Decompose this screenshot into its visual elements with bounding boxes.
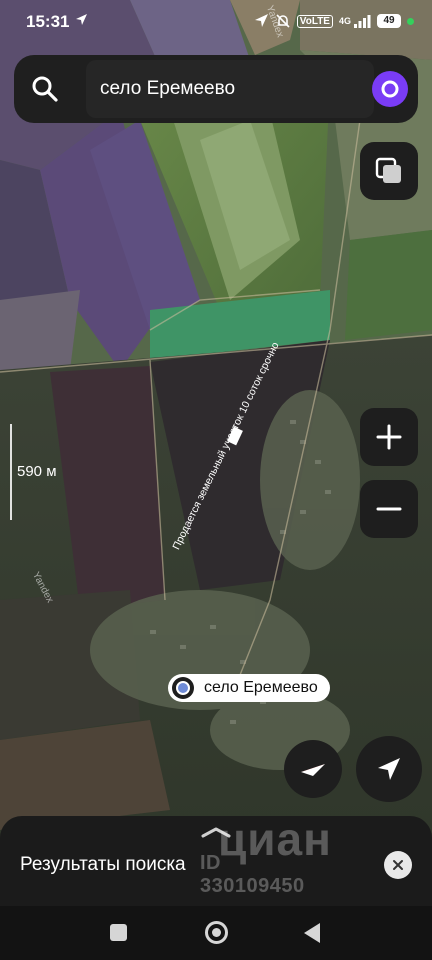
home-icon[interactable] xyxy=(205,921,228,944)
status-bar: 15:31 VoLTE 4G 49 xyxy=(0,0,432,44)
signal-icon xyxy=(354,15,371,28)
compass-button[interactable] xyxy=(284,740,342,798)
place-pin-icon xyxy=(172,677,194,699)
scale-bar xyxy=(10,424,12,520)
back-icon[interactable] xyxy=(304,923,320,943)
status-time: 15:31 xyxy=(26,12,70,31)
place-label-text: село Еремеево xyxy=(204,679,318,696)
system-nav-bar xyxy=(0,906,432,960)
network-type: 4G xyxy=(338,15,351,26)
listing-id: ID 330109450 xyxy=(200,852,305,897)
privacy-dot xyxy=(407,17,414,25)
battery-indicator: 49 xyxy=(377,14,401,28)
sheet-title: Результаты поиска xyxy=(20,854,186,875)
navigation-status-icon xyxy=(76,14,87,25)
compass-icon xyxy=(301,764,325,776)
search-input[interactable]: село Еремеево xyxy=(86,60,374,118)
place-label[interactable]: село Еремеево xyxy=(168,674,330,702)
layers-icon xyxy=(375,157,401,183)
search-icon[interactable] xyxy=(30,74,60,104)
navigation-arrow-icon xyxy=(378,758,400,780)
minus-icon xyxy=(376,507,402,511)
volte-badge: VoLTE xyxy=(296,14,333,28)
map-scale: 590 м xyxy=(0,424,70,520)
close-icon xyxy=(393,860,403,870)
recent-apps-icon[interactable] xyxy=(110,924,127,941)
zoom-out-button[interactable] xyxy=(360,480,418,538)
alice-assistant-button[interactable] xyxy=(372,71,408,107)
close-button[interactable] xyxy=(384,851,412,879)
plus-icon xyxy=(376,424,402,450)
search-bar[interactable]: село Еремеево xyxy=(14,55,418,123)
my-location-button[interactable] xyxy=(356,736,422,802)
zoom-in-button[interactable] xyxy=(360,408,418,466)
alice-assistant-icon xyxy=(381,80,399,98)
scale-label: 590 м xyxy=(17,463,57,480)
layers-button[interactable] xyxy=(360,142,418,200)
